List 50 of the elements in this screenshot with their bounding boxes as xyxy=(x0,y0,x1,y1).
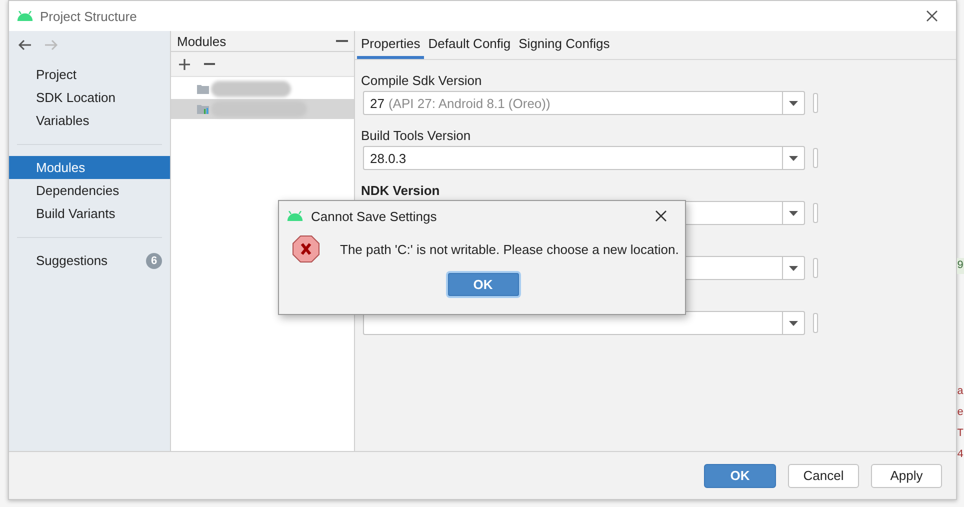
resize-handle[interactable] xyxy=(813,93,818,113)
dialog-button[interactable]: Apply xyxy=(871,464,942,488)
folder-icon xyxy=(197,104,209,114)
resize-handle[interactable] xyxy=(813,313,818,333)
sidebar-item[interactable]: Dependencies xyxy=(9,179,170,202)
code-fragment: 4 xyxy=(957,448,964,463)
sidebar-item[interactable]: Variables xyxy=(9,109,170,132)
folder-icon xyxy=(197,84,209,94)
dropdown-caret-icon xyxy=(789,100,798,106)
dropdown-caret-icon xyxy=(789,266,798,270)
error-message: The path 'C:' is not writable. Please choose a new location. xyxy=(340,242,679,256)
close-icon[interactable] xyxy=(655,210,667,222)
sidebar-item[interactable]: SDK Location xyxy=(9,86,170,109)
sidebar-item[interactable]: Suggestions 6 xyxy=(9,249,170,272)
resize-handle[interactable] xyxy=(813,203,818,223)
dropdown-caret-icon xyxy=(789,210,798,216)
window-title: Project Structure xyxy=(40,8,138,24)
error-icon xyxy=(292,235,320,263)
sidebar-item[interactable]: Project xyxy=(9,63,170,86)
code-fragment: T xyxy=(957,427,964,442)
add-icon[interactable] xyxy=(179,58,190,70)
ok-button[interactable]: OK xyxy=(448,273,518,296)
dropdown-caret-icon xyxy=(789,320,798,326)
field-label: Compile Sdk Version xyxy=(361,73,482,88)
close-icon[interactable] xyxy=(926,10,938,22)
module-row[interactable] xyxy=(171,99,354,119)
sidebar-item[interactable]: Modules xyxy=(9,156,170,179)
ok-button[interactable]: OK xyxy=(704,464,776,488)
code-fragment: e xyxy=(957,406,964,421)
dialog-title: Cannot Save Settings xyxy=(311,208,438,224)
code-fragment: 9 xyxy=(957,258,964,274)
field-label: NDK Version xyxy=(361,183,440,198)
android-icon xyxy=(287,211,303,221)
resize-handle[interactable] xyxy=(813,258,818,278)
minimize-icon[interactable] xyxy=(336,40,348,42)
tab[interactable]: Properties xyxy=(357,31,424,59)
sidebar-item[interactable]: Build Variants xyxy=(9,202,170,225)
combo-box[interactable]: 27 (API 27: Android 8.1 (Oreo)) xyxy=(363,91,805,115)
tab[interactable]: Default Config xyxy=(424,31,515,59)
tab[interactable]: Signing Configs xyxy=(514,31,614,59)
field-label: Build Tools Version xyxy=(361,128,471,143)
combo-box[interactable]: 28.0.3 xyxy=(363,146,805,170)
dialog-button[interactable]: Cancel xyxy=(788,464,859,488)
dropdown-caret-icon xyxy=(789,156,798,160)
code-fragment: a xyxy=(957,385,964,400)
android-icon xyxy=(17,11,33,21)
back-arrow-icon[interactable] xyxy=(18,38,32,50)
panel-title: Modules xyxy=(177,34,226,48)
resize-handle[interactable] xyxy=(813,148,818,168)
count-badge: 6 xyxy=(146,252,162,268)
